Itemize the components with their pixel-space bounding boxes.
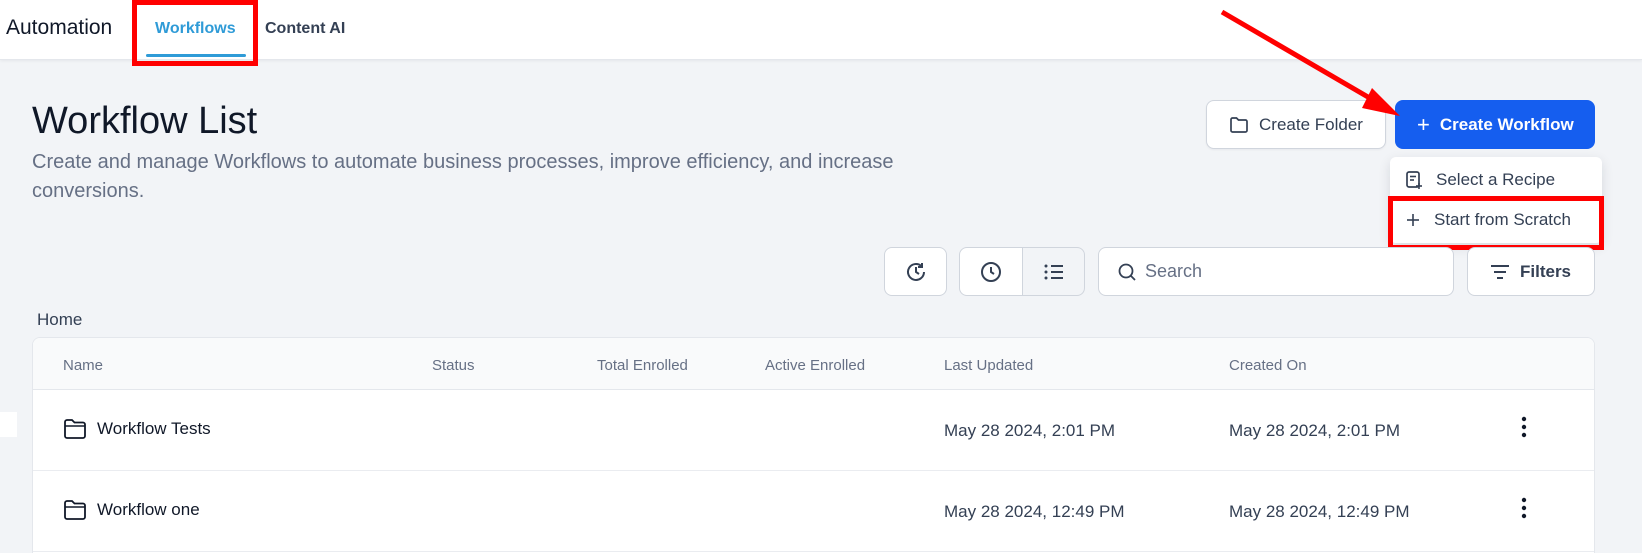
create-workflow-label: Create Workflow bbox=[1439, 114, 1574, 134]
create-folder-label: Create Folder bbox=[1259, 114, 1363, 134]
recent-view-button[interactable] bbox=[959, 247, 1023, 296]
row-last-updated: May 28 2024, 2:01 PM bbox=[944, 421, 1116, 440]
column-header-created-on[interactable]: Created On bbox=[1229, 357, 1307, 374]
column-header-name[interactable]: Name bbox=[63, 357, 103, 374]
column-header-active-enrolled[interactable]: Active Enrolled bbox=[765, 357, 865, 374]
recipe-icon bbox=[1406, 171, 1422, 189]
more-options-icon[interactable] bbox=[1521, 497, 1527, 519]
create-folder-button[interactable]: Create Folder bbox=[1206, 100, 1386, 149]
breadcrumb[interactable]: Home bbox=[37, 310, 82, 330]
create-workflow-dropdown: Select a Recipe Start from Scratch bbox=[1390, 157, 1602, 243]
history-icon bbox=[906, 262, 925, 281]
folder-icon bbox=[64, 419, 86, 439]
list-icon bbox=[1044, 264, 1063, 279]
workflow-table: Name Status Total Enrolled Active Enroll… bbox=[32, 337, 1595, 553]
row-name: Workflow one bbox=[97, 500, 200, 519]
column-header-status[interactable]: Status bbox=[432, 357, 475, 374]
page-title: Workflow List bbox=[32, 100, 258, 142]
history-button[interactable] bbox=[884, 247, 947, 296]
menu-item-label: Start from Scratch bbox=[1434, 210, 1571, 229]
table-row[interactable]: Workflow one May 28 2024, 12:49 PM May 2… bbox=[33, 471, 1594, 552]
filter-icon bbox=[1491, 264, 1509, 279]
more-options-icon[interactable] bbox=[1521, 416, 1527, 438]
app-title: Automation bbox=[6, 16, 113, 39]
filters-label: Filters bbox=[1520, 261, 1572, 281]
tab-workflows[interactable]: Workflows bbox=[155, 20, 236, 38]
plus-icon bbox=[1407, 214, 1419, 226]
top-navbar: Automation Workflows Content AI bbox=[0, 0, 1642, 60]
menu-item-select-recipe[interactable]: Select a Recipe bbox=[1390, 161, 1602, 199]
page-edge-strip bbox=[0, 412, 17, 437]
tab-content-ai[interactable]: Content AI bbox=[265, 20, 345, 38]
row-name: Workflow Tests bbox=[97, 419, 211, 438]
row-last-updated: May 28 2024, 12:49 PM bbox=[944, 502, 1125, 521]
folder-icon bbox=[1230, 116, 1248, 133]
search-icon bbox=[1118, 263, 1136, 281]
row-name-cell[interactable]: Workflow Tests bbox=[63, 418, 211, 440]
column-header-last-updated[interactable]: Last Updated bbox=[944, 357, 1033, 374]
table-header: Name Status Total Enrolled Active Enroll… bbox=[33, 338, 1594, 390]
menu-item-start-from-scratch[interactable]: Start from Scratch bbox=[1390, 201, 1602, 239]
clock-icon bbox=[981, 261, 1001, 282]
folder-icon bbox=[64, 500, 86, 520]
filters-button[interactable]: Filters bbox=[1467, 247, 1595, 296]
row-created-on: May 28 2024, 12:49 PM bbox=[1229, 502, 1410, 521]
table-row[interactable]: Workflow Tests May 28 2024, 2:01 PM May … bbox=[33, 390, 1594, 471]
page-description: Create and manage Workflows to automate … bbox=[32, 151, 894, 202]
row-created-on: May 28 2024, 2:01 PM bbox=[1229, 421, 1401, 440]
create-workflow-button[interactable]: + Create Workflow bbox=[1395, 100, 1595, 149]
search-field[interactable] bbox=[1098, 247, 1454, 296]
plus-icon: + bbox=[1417, 111, 1430, 137]
menu-item-label: Select a Recipe bbox=[1436, 170, 1556, 189]
row-name-cell[interactable]: Workflow one bbox=[63, 499, 200, 521]
active-tab-indicator bbox=[146, 54, 246, 57]
column-header-total-enrolled[interactable]: Total Enrolled bbox=[597, 357, 688, 374]
search-input[interactable] bbox=[1145, 261, 1445, 282]
list-view-button[interactable] bbox=[1022, 247, 1085, 296]
